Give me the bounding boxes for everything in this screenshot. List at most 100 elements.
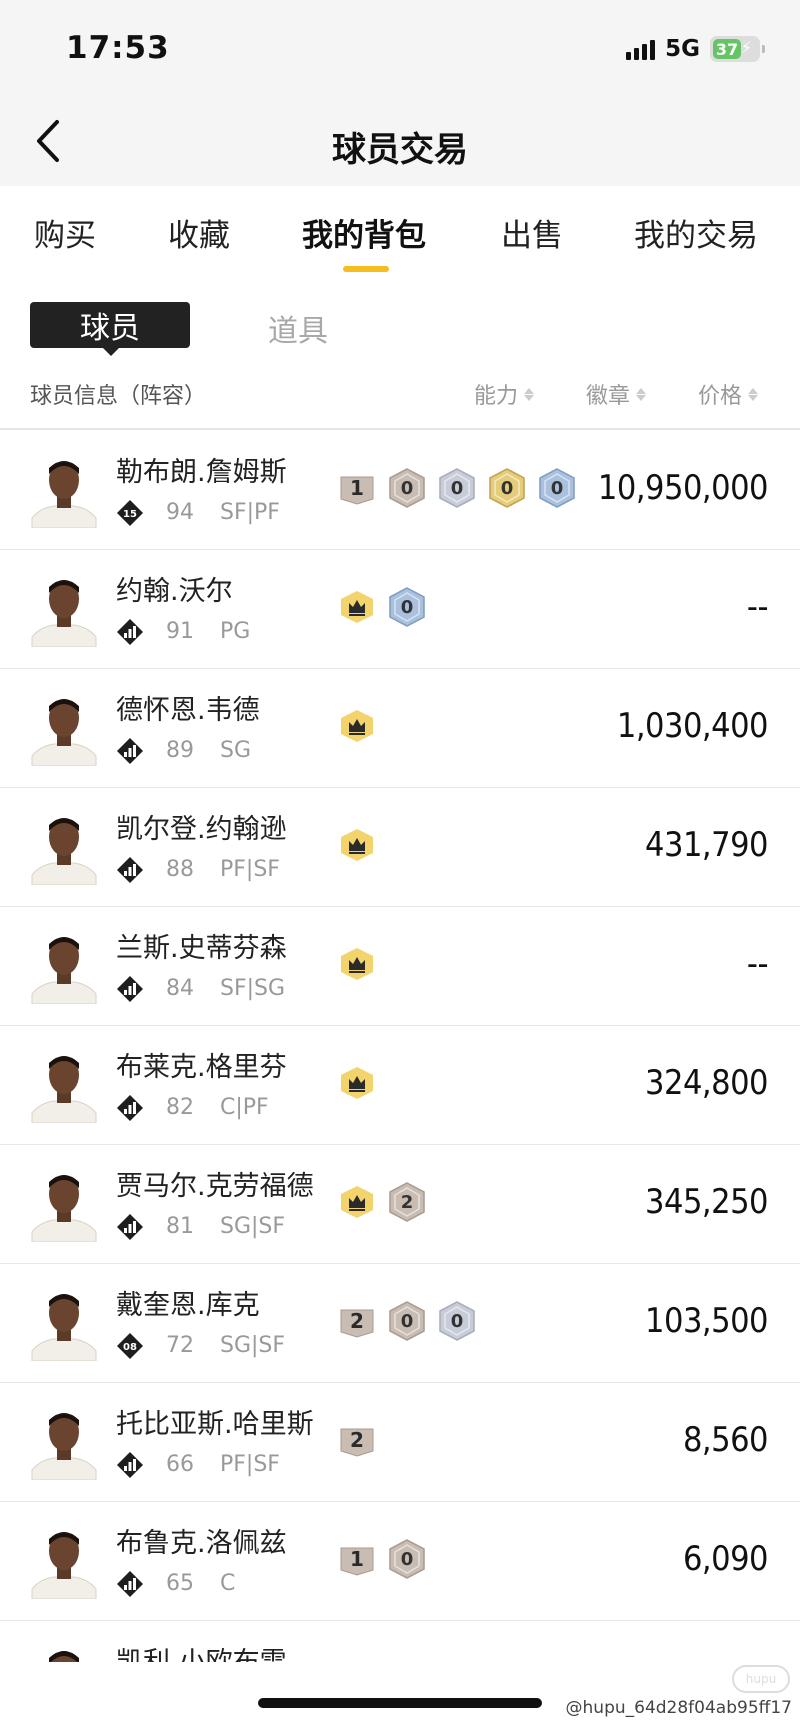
player-avatar xyxy=(30,690,98,766)
player-price: 8,560 xyxy=(682,1420,769,1460)
signal-icon xyxy=(626,38,656,60)
badge-count: 0 xyxy=(450,477,464,499)
tab-buy[interactable]: 购买 xyxy=(34,210,96,255)
column-price-sort[interactable]: 价格 xyxy=(698,378,759,410)
player-position: SF|PF xyxy=(220,500,280,525)
player-price: 324,800 xyxy=(645,1063,768,1103)
player-avatar xyxy=(30,1166,98,1242)
badge-list xyxy=(338,825,376,865)
tier-bars-icon xyxy=(116,975,144,1003)
badge-count: 0 xyxy=(400,1310,414,1332)
player-name: 凯尔登.约翰逊 xyxy=(116,814,287,845)
player-price: 431,790 xyxy=(645,825,768,865)
tier-bars-icon xyxy=(116,1213,144,1241)
player-avatar xyxy=(30,928,98,1004)
header-divider xyxy=(0,428,800,430)
player-row[interactable]: 托比亚斯.哈里斯 66 PF|SF 2 8,560 xyxy=(0,1384,800,1502)
player-avatar xyxy=(30,1285,98,1361)
badge-count: 0 xyxy=(500,477,514,499)
page-title: 球员交易 xyxy=(332,130,468,170)
column-ability-label: 能力 xyxy=(474,384,519,409)
tab-sell[interactable]: 出售 xyxy=(501,210,563,255)
crown-badge-icon xyxy=(338,706,376,746)
tab-favorites[interactable]: 收藏 xyxy=(168,210,230,255)
badge-count: 2 xyxy=(400,1191,414,1213)
active-tab-indicator xyxy=(343,266,389,272)
player-avatar xyxy=(30,1523,98,1599)
main-tabs: 购买 收藏 我的背包 出售 我的交易 xyxy=(0,210,800,270)
sort-icon xyxy=(524,387,535,401)
player-position: SG|SF xyxy=(220,1333,286,1358)
player-name: 约翰.沃尔 xyxy=(116,576,233,607)
player-row[interactable]: 布鲁克.洛佩兹 65 C 1 0 6,090 xyxy=(0,1503,800,1621)
player-row[interactable]: 约翰.沃尔 91 PG 0 -- xyxy=(0,551,800,669)
column-ability-sort[interactable]: 能力 xyxy=(474,378,535,410)
status-icons: 5G 37 ⚡ xyxy=(626,36,765,62)
level-badge-icon: 2 xyxy=(338,1301,376,1341)
tan-badge-icon: 0 xyxy=(388,1301,426,1341)
player-position: SF|SG xyxy=(220,976,286,1001)
crown-badge-icon xyxy=(338,1063,376,1103)
home-indicator xyxy=(258,1698,542,1708)
level-badge-icon: 1 xyxy=(338,1539,376,1579)
player-rating: 81 xyxy=(166,1214,194,1239)
badge-count: 0 xyxy=(400,477,414,499)
network-type: 5G xyxy=(665,36,700,62)
crown-badge-icon xyxy=(338,944,376,984)
player-rating: 66 xyxy=(166,1452,194,1477)
player-name: 凯利.小欧布雷 xyxy=(116,1640,287,1662)
player-row[interactable]: 凯尔登.约翰逊 88 PF|SF 431,790 xyxy=(0,789,800,907)
subtab-items[interactable]: 道具 xyxy=(268,306,328,350)
tier-bars-icon xyxy=(116,856,144,884)
badge-count: 1 xyxy=(350,1547,364,1571)
crown-badge-icon xyxy=(338,825,376,865)
player-name: 勒布朗.詹姆斯 xyxy=(116,457,287,488)
player-avatar xyxy=(30,452,98,528)
badge-list xyxy=(338,944,376,984)
player-position: SG xyxy=(220,738,252,763)
badge-list: 0 xyxy=(338,587,426,627)
column-badge-sort[interactable]: 徽章 xyxy=(586,378,647,410)
badge-list: 10 xyxy=(338,1539,426,1579)
subtab-players[interactable]: 球员 xyxy=(30,302,190,356)
player-rating: 94 xyxy=(166,500,194,525)
player-row[interactable]: 贾马尔.克劳福德 81 SG|SF 2 345,250 xyxy=(0,1146,800,1264)
svg-text:08: 08 xyxy=(123,1342,137,1353)
tan-badge-icon: 0 xyxy=(388,468,426,508)
status-time: 17:53 xyxy=(66,30,170,66)
player-row[interactable]: 兰斯.史蒂芬森 84 SF|SG -- xyxy=(0,908,800,1026)
watermark: @hupu_64d28f04ab95ff17 xyxy=(565,1698,792,1718)
crown-badge-icon xyxy=(338,587,376,627)
player-price: 6,090 xyxy=(682,1539,769,1579)
player-rating: 65 xyxy=(166,1571,194,1596)
player-name: 兰斯.史蒂芬森 xyxy=(116,933,287,964)
player-avatar xyxy=(30,1047,98,1123)
badge-count: 0 xyxy=(400,1548,414,1570)
player-name: 托比亚斯.哈里斯 xyxy=(116,1409,314,1440)
sort-icon xyxy=(636,387,647,401)
sort-icon xyxy=(748,387,759,401)
tab-my-backpack[interactable]: 我的背包 xyxy=(302,210,426,255)
silver-badge-icon: 0 xyxy=(438,468,476,508)
player-rating: 72 xyxy=(166,1333,194,1358)
badge-list: 2 xyxy=(338,1420,376,1460)
player-row[interactable]: 布莱克.格里芬 82 C|PF 324,800 xyxy=(0,1027,800,1145)
tier-bars-icon xyxy=(116,1451,144,1479)
player-avatar xyxy=(30,571,98,647)
blue-badge-icon: 0 xyxy=(388,587,426,627)
player-name: 德怀恩.韦德 xyxy=(116,695,260,726)
level-badge-icon: 1 xyxy=(338,468,376,508)
player-row[interactable]: 凯利.小欧布雷 xyxy=(0,1622,800,1662)
player-row[interactable]: 勒布朗.詹姆斯 15 94 SF|PF 1 0 0 0 0 10,950,000 xyxy=(0,432,800,550)
player-rating: 91 xyxy=(166,619,194,644)
player-row[interactable]: 戴奎恩.库克 08 72 SG|SF 2 0 0 103,500 xyxy=(0,1265,800,1383)
gold-badge-icon: 0 xyxy=(488,468,526,508)
player-row[interactable]: 德怀恩.韦德 89 SG 1,030,400 xyxy=(0,670,800,788)
tier-bars-icon xyxy=(116,618,144,646)
player-rating: 88 xyxy=(166,857,194,882)
tab-my-trades[interactable]: 我的交易 xyxy=(634,210,758,255)
player-name: 布莱克.格里芬 xyxy=(116,1052,287,1083)
crown-badge-icon xyxy=(338,1182,376,1222)
badge-count: 0 xyxy=(450,1310,464,1332)
badge-count: 2 xyxy=(350,1428,364,1452)
